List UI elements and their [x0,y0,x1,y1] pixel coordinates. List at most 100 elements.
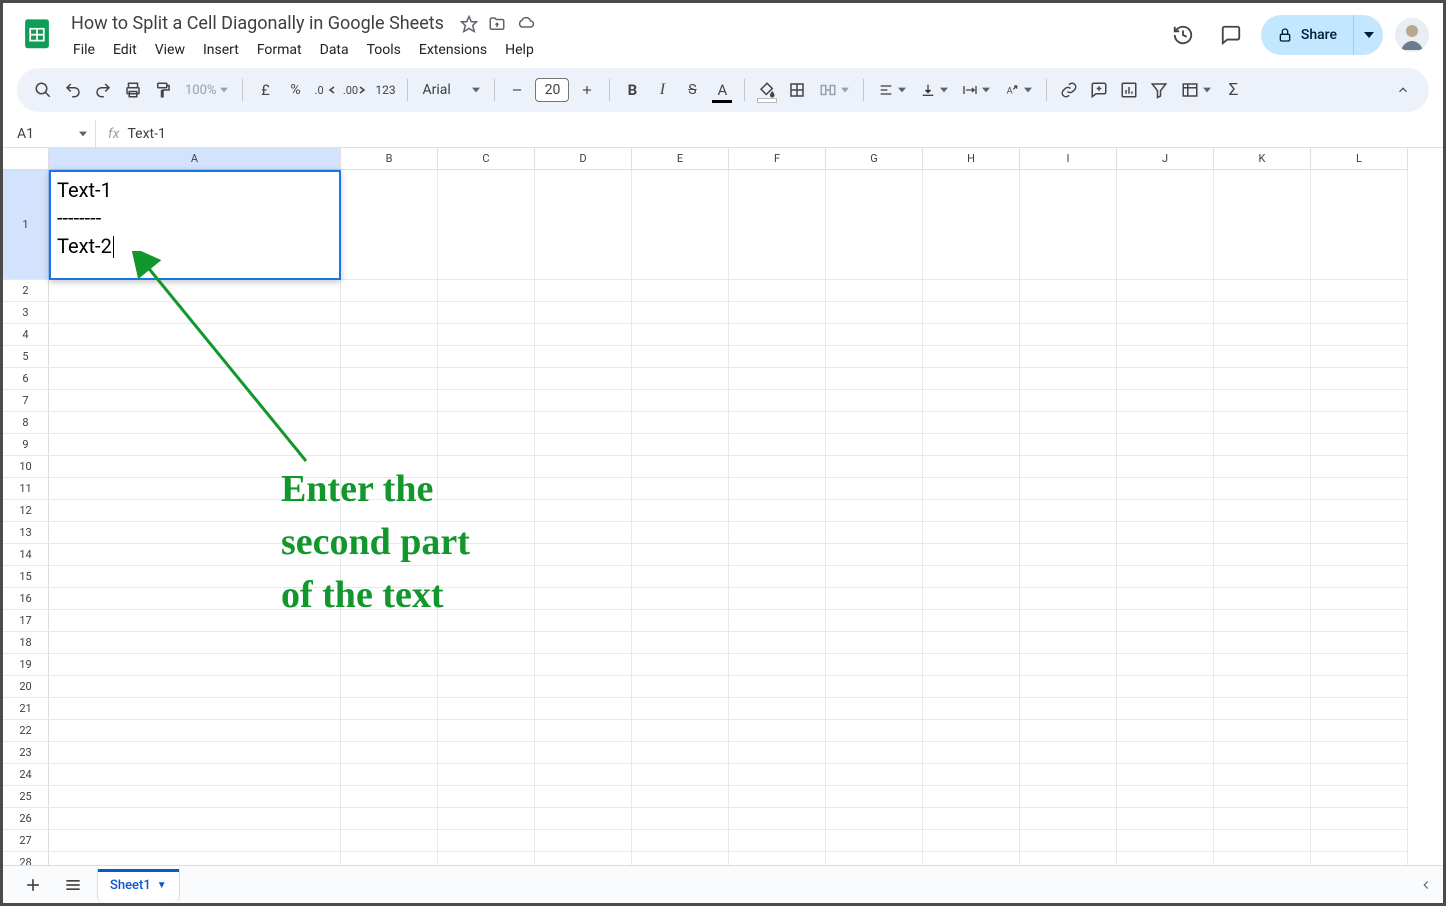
col-header[interactable]: A [49,148,341,170]
cell[interactable] [1117,830,1214,852]
cell[interactable] [49,830,341,852]
menu-extensions[interactable]: Extensions [411,38,495,62]
cell[interactable] [826,280,923,302]
font-size-input[interactable]: 20 [535,78,569,102]
cell[interactable] [535,478,632,500]
cell[interactable] [1117,632,1214,654]
cell[interactable] [341,170,438,280]
cell[interactable] [826,170,923,280]
cell[interactable] [632,830,729,852]
cell[interactable] [632,170,729,280]
cell[interactable] [923,522,1020,544]
cell[interactable] [923,390,1020,412]
menu-insert[interactable]: Insert [195,38,247,62]
cell[interactable] [49,654,341,676]
undo-icon[interactable] [59,75,87,105]
menu-edit[interactable]: Edit [105,38,145,62]
share-dropdown[interactable] [1353,15,1383,55]
cell[interactable] [1214,368,1311,390]
cell[interactable] [49,390,341,412]
menu-tools[interactable]: Tools [359,38,409,62]
cell[interactable] [632,566,729,588]
cell[interactable] [535,346,632,368]
redo-icon[interactable] [89,75,117,105]
cell[interactable] [49,786,341,808]
menu-file[interactable]: File [65,38,103,62]
cell[interactable] [438,720,535,742]
sheets-logo[interactable] [17,13,57,53]
cell[interactable] [632,456,729,478]
cell[interactable] [923,676,1020,698]
cell[interactable] [632,346,729,368]
cell[interactable] [1020,390,1117,412]
cell[interactable] [632,764,729,786]
cell[interactable] [632,544,729,566]
cell[interactable] [923,742,1020,764]
cell[interactable] [535,302,632,324]
cell[interactable] [1311,324,1408,346]
row-header[interactable]: 2 [3,280,49,302]
cell[interactable] [1117,786,1214,808]
cell[interactable] [438,302,535,324]
cell[interactable] [826,786,923,808]
cell[interactable] [1214,654,1311,676]
cell[interactable] [729,566,826,588]
valign-button[interactable] [914,75,954,105]
row-header[interactable]: 23 [3,742,49,764]
cell[interactable] [1020,676,1117,698]
cell[interactable] [438,412,535,434]
col-header[interactable]: J [1117,148,1214,170]
borders-button[interactable] [783,75,811,105]
cell[interactable] [49,280,341,302]
cell[interactable] [535,434,632,456]
row-header[interactable]: 22 [3,720,49,742]
cell[interactable] [729,346,826,368]
cell[interactable] [1117,676,1214,698]
cell[interactable] [729,544,826,566]
cell[interactable] [535,566,632,588]
cloud-icon[interactable] [516,15,536,33]
cell[interactable] [826,764,923,786]
cell[interactable] [923,786,1020,808]
cell[interactable] [923,302,1020,324]
row-header[interactable]: 28 [3,852,49,865]
cell[interactable] [535,544,632,566]
cell[interactable] [341,764,438,786]
increase-decimal-button[interactable]: .00 [341,75,369,105]
cell[interactable] [923,170,1020,280]
cell[interactable] [341,412,438,434]
cell[interactable] [1214,588,1311,610]
cell[interactable] [438,324,535,346]
cell-editing[interactable]: Text-1--------Text-2 [49,170,341,280]
table-filter-icon[interactable] [1175,75,1217,105]
col-header[interactable]: L [1311,148,1408,170]
col-header[interactable]: H [923,148,1020,170]
row-header[interactable]: 1 [3,170,49,280]
col-header[interactable]: C [438,148,535,170]
cell[interactable] [1311,676,1408,698]
cell[interactable] [923,346,1020,368]
cell[interactable] [49,852,341,865]
menu-help[interactable]: Help [497,38,542,62]
cell[interactable] [1117,500,1214,522]
cell[interactable] [923,478,1020,500]
cell[interactable] [1020,434,1117,456]
cell[interactable] [438,698,535,720]
cell[interactable] [1117,522,1214,544]
cell[interactable] [1020,654,1117,676]
merge-button[interactable] [813,75,855,105]
cell[interactable] [49,698,341,720]
decrease-decimal-button[interactable]: .0 [311,75,339,105]
cell[interactable] [535,522,632,544]
cell[interactable] [341,434,438,456]
cell[interactable] [1020,280,1117,302]
filter-icon[interactable] [1145,75,1173,105]
zoom-select[interactable]: 100% [179,75,234,105]
cell[interactable] [438,280,535,302]
cell[interactable] [1117,566,1214,588]
add-sheet-button[interactable] [17,869,49,901]
cell[interactable] [923,434,1020,456]
cell[interactable] [1020,852,1117,865]
cell[interactable] [1214,786,1311,808]
cell[interactable] [1311,610,1408,632]
